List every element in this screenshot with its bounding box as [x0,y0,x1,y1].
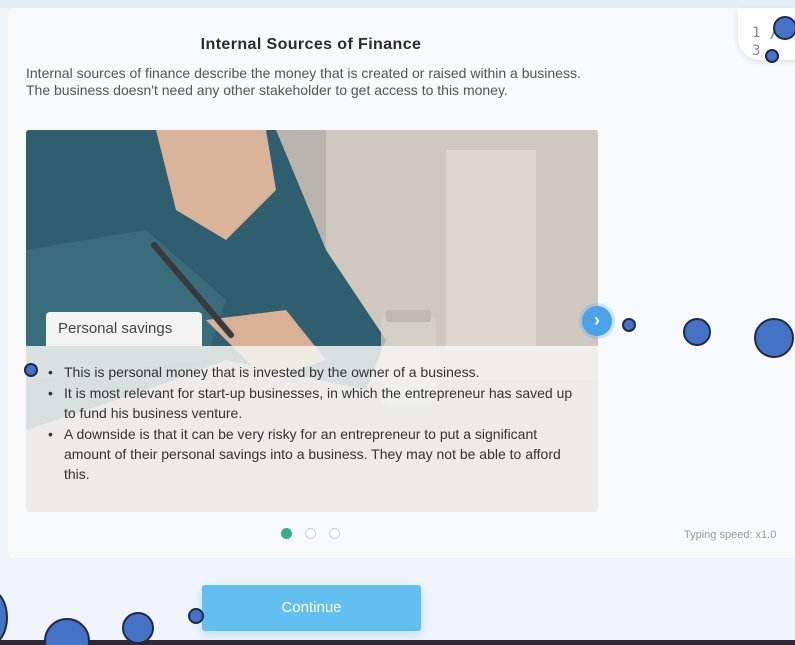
typing-speed-label: Typing speed: x1.0 [684,529,777,541]
pagination-dot-1[interactable] [281,528,292,539]
overlay-marker [773,16,795,40]
pagination-dot-2[interactable] [305,528,316,539]
overlay-marker [44,618,90,645]
next-slide-button[interactable]: › [582,306,612,336]
bullet-item: A downside is that it can be very risky … [44,424,584,484]
slide-pagination [281,528,351,542]
slide-bullets: This is personal money that is invested … [44,362,584,485]
overlay-marker [0,590,8,645]
bottom-bar [0,640,795,645]
top-strip [0,0,795,8]
overlay-marker [122,612,154,644]
chevron-right-icon: › [594,310,600,330]
bullet-item: This is personal money that is invested … [44,362,584,382]
continue-button[interactable]: Continue [202,585,421,631]
overlay-marker [622,318,636,332]
slide-caption: Personal savings [46,312,202,346]
counter-total: 3 [752,43,761,59]
bullet-item: It is most relevant for start-up busines… [44,383,584,423]
overlay-marker [765,49,779,63]
pagination-dot-3[interactable] [329,528,340,539]
overlay-marker [683,318,711,346]
lesson-intro: Internal sources of finance describe the… [26,65,581,98]
lesson-title: Internal Sources of Finance [200,36,422,53]
overlay-marker [754,318,794,358]
overlay-marker [188,608,204,624]
overlay-marker [24,363,38,377]
counter-current: 1 [752,25,761,41]
